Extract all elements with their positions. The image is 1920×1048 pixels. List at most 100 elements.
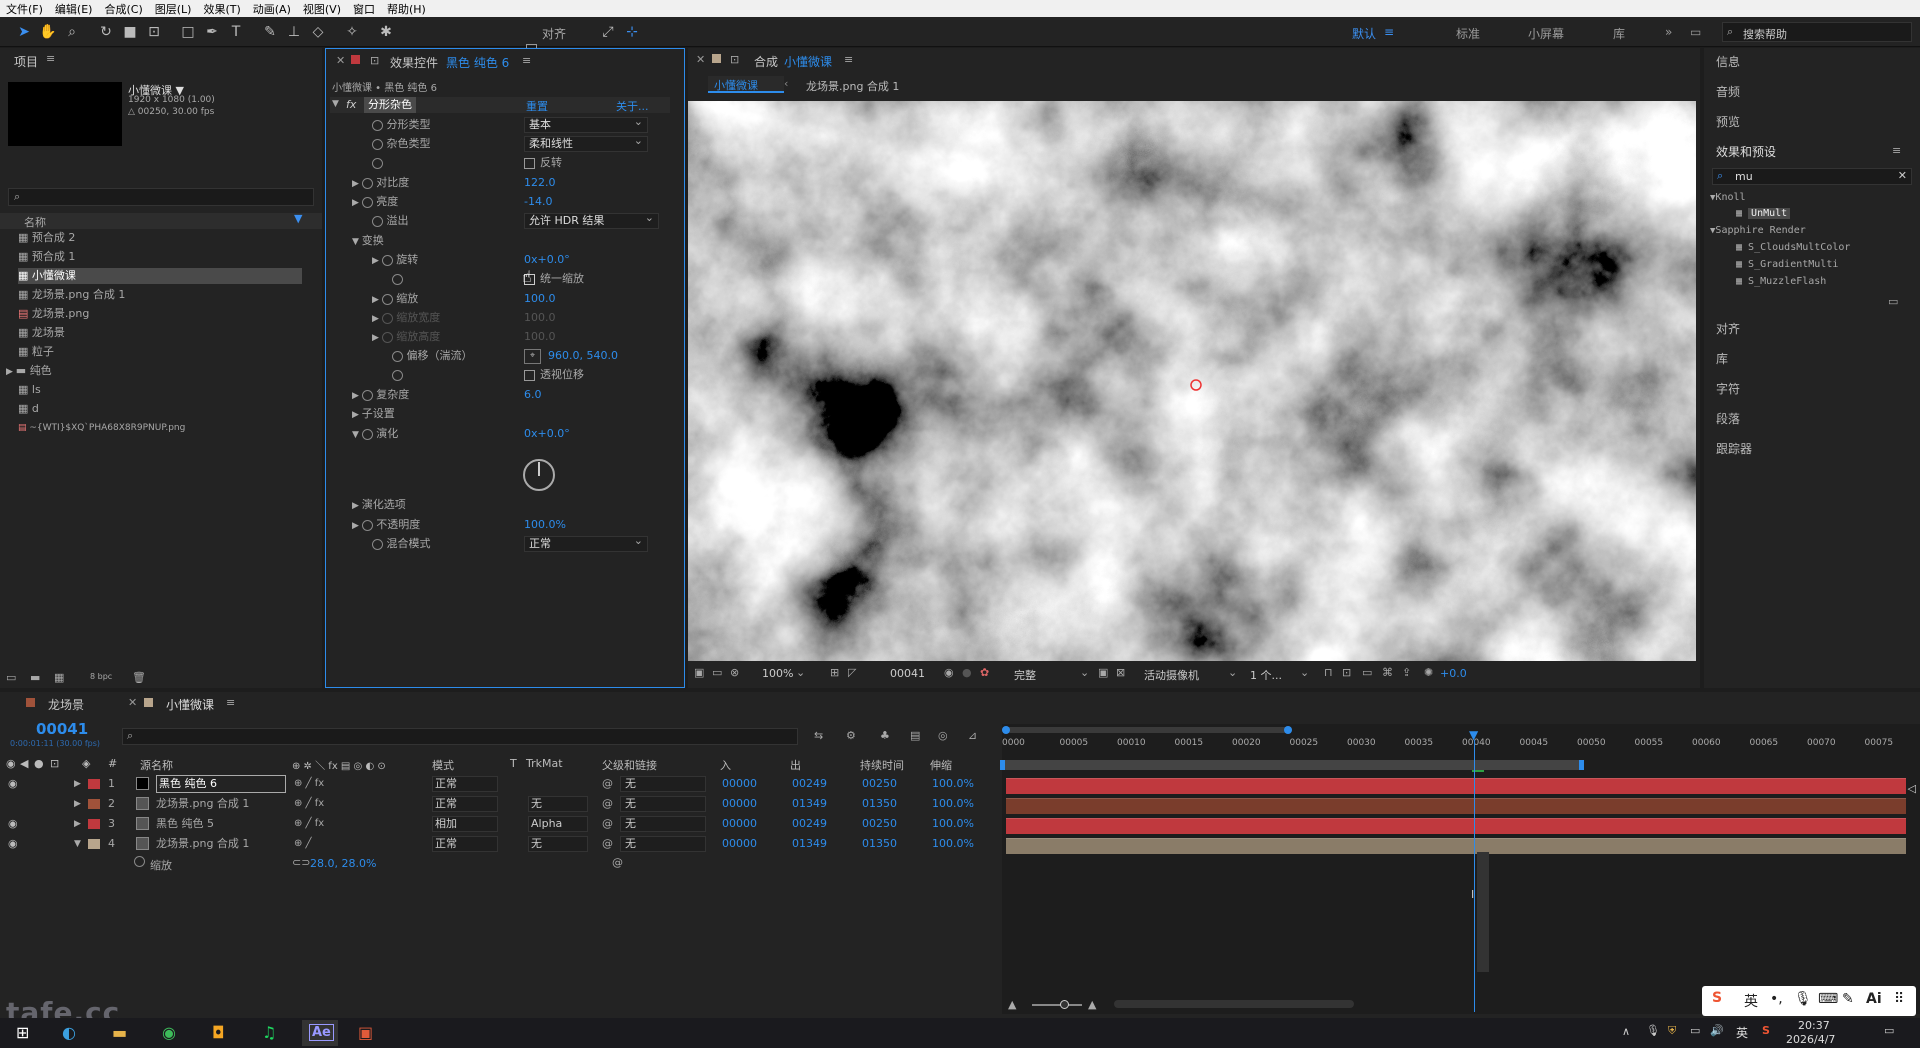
close-tab-icon[interactable]: ✕	[128, 696, 137, 709]
music-app-icon[interactable]: ♫	[262, 1023, 276, 1042]
out-point[interactable]: 00249	[792, 814, 827, 834]
scale-value[interactable]: 100.0	[524, 291, 556, 307]
project-item[interactable]: ▦ 粒子	[18, 344, 54, 360]
timeline-scrollbar[interactable]	[1114, 1000, 1354, 1008]
project-item[interactable]: ▦ 龙场景.png 合成 1	[18, 287, 125, 303]
sync-icon[interactable]: ▭	[1690, 25, 1701, 39]
expand-triangle-icon[interactable]: ▶	[74, 774, 81, 794]
grid-menu-icon[interactable]: ⠿	[1894, 991, 1904, 1007]
timeline-track-area[interactable]: 0000 00005 00010 00015 00020 00025 00030 00035 0…	[1000, 724, 1920, 1014]
audio-toggle-icon[interactable]: ◀	[20, 757, 28, 770]
fast-preview-icon[interactable]: ▣	[1098, 666, 1108, 679]
out-point[interactable]: 01349	[792, 794, 827, 814]
notification-icon[interactable]: ▭	[1884, 1024, 1894, 1037]
mode-dropdown[interactable]: 正常	[432, 836, 498, 852]
switches-row[interactable]: ⊕ ╱ fx	[294, 814, 324, 834]
lock-icon[interactable]: ⊡	[730, 53, 739, 66]
collapse-triangle-icon[interactable]: ▼	[332, 99, 339, 109]
expand-triangle-icon[interactable]: ▶	[74, 794, 81, 814]
layer-row[interactable]: ◉ ▶ 3 黑色 纯色 5 ⊕ ╱ fx 相加 Alpha @ 无 00000 …	[0, 814, 1000, 834]
microphone-icon[interactable]: 🎙	[1794, 991, 1812, 1007]
selection-tool-icon[interactable]: ➤	[14, 22, 34, 42]
tree-effect-item[interactable]: ▦ UnMult	[1736, 208, 1791, 219]
pan-behind-tool-icon[interactable]: ⊡	[144, 22, 164, 42]
project-item-folder[interactable]: ▶ ▬ 纯色	[6, 363, 52, 379]
video-toggle-icon[interactable]: ◉	[6, 757, 16, 770]
switches-row[interactable]: ⊕ ╱ fx	[294, 794, 324, 814]
workspace-overflow-icon[interactable]: »	[1665, 25, 1672, 39]
workspace-standard[interactable]: 标准	[1456, 25, 1480, 42]
tree-effect-item[interactable]: ▦ S_MuzzleFlash	[1736, 276, 1826, 287]
pen-tool-icon[interactable]: ✒	[202, 22, 222, 42]
tray-volume-icon[interactable]: 🔊	[1710, 1024, 1724, 1037]
shy-layers-icon[interactable]: ♣	[880, 729, 890, 742]
pick-whip-icon[interactable]: @	[612, 856, 623, 869]
exposure-icon[interactable]: ✺	[1424, 666, 1433, 679]
stretch-value[interactable]: 100.0%	[932, 834, 974, 854]
playhead-line[interactable]	[1474, 740, 1475, 1012]
flowchart-icon[interactable]: ⌘	[1382, 666, 1393, 679]
motion-blur-icon[interactable]: ◎	[938, 729, 948, 742]
stopwatch-icon[interactable]	[372, 538, 383, 550]
current-timecode[interactable]: 00041	[36, 720, 88, 738]
lock-icon[interactable]: ⊡	[370, 54, 379, 67]
stretch-value[interactable]: 100.0%	[932, 814, 974, 834]
project-item[interactable]: ▦ 龙场景	[18, 325, 65, 341]
label-icon[interactable]: ◈	[82, 757, 90, 770]
mask-visibility-icon[interactable]: ⊗	[730, 666, 739, 679]
col-out[interactable]: 出	[790, 757, 801, 773]
project-search-input[interactable]: ⌕	[8, 188, 314, 206]
playhead-handle-icon[interactable]: ▼	[1469, 729, 1481, 741]
character-panel-tab[interactable]: 字符	[1716, 380, 1740, 397]
chevron-down-icon[interactable]: ⌄	[1080, 666, 1089, 679]
clone-stamp-tool-icon[interactable]: ⊥	[284, 22, 304, 42]
frame-blending-icon[interactable]: ▤	[910, 729, 920, 742]
layer-duration-bar[interactable]	[1006, 838, 1906, 854]
stopwatch-icon[interactable]	[372, 119, 383, 131]
visibility-eye-icon[interactable]: ◉	[8, 774, 18, 794]
comp-panel-name[interactable]: 小懂微课	[784, 53, 832, 70]
camera-tool-icon[interactable]: ■	[120, 22, 140, 42]
layer-name[interactable]: 黑色 纯色 5	[156, 814, 214, 834]
label-color-swatch[interactable]	[88, 839, 100, 849]
expand-triangle-icon[interactable]: ▶	[372, 256, 382, 266]
duration-value[interactable]: 01350	[862, 834, 897, 854]
tray-mic-icon[interactable]: 🎙	[1646, 1024, 1660, 1037]
brightness-value[interactable]: -14.0	[524, 194, 552, 210]
edge-browser-icon[interactable]: ◐	[62, 1023, 76, 1042]
perspective-offset-checkbox[interactable]	[524, 370, 535, 381]
lock-icon[interactable]: ⊡	[50, 757, 59, 770]
stopwatch-icon[interactable]	[392, 273, 403, 285]
in-point[interactable]: 00000	[722, 774, 757, 794]
exposure-value[interactable]: +0.0	[1440, 667, 1467, 680]
stopwatch-icon[interactable]	[381, 254, 393, 266]
project-panel-title[interactable]: 项目	[14, 53, 38, 70]
col-mode[interactable]: 模式	[432, 757, 454, 773]
tree-category[interactable]: ▼Knoll	[1710, 192, 1746, 203]
zoom-slider[interactable]	[1032, 1000, 1082, 1009]
project-item[interactable]: ▦ 预合成 2	[18, 230, 75, 246]
zoom-tool-icon[interactable]: ⌕	[62, 22, 82, 42]
roto-brush-tool-icon[interactable]: ✧	[342, 22, 362, 42]
stopwatch-icon[interactable]	[361, 389, 373, 401]
new-folder-icon[interactable]: ▬	[30, 671, 40, 684]
visibility-eye-icon[interactable]: ◉	[8, 834, 18, 854]
fractal-type-dropdown[interactable]: 基本	[524, 115, 648, 133]
ai-icon[interactable]: Ai	[1866, 991, 1882, 1007]
expand-triangle-icon[interactable]: ▶	[352, 198, 362, 208]
color-channel-icon[interactable]: ✿	[980, 666, 989, 679]
menu-animation[interactable]: 动画(A)	[247, 1, 297, 17]
snap-icon[interactable]: ⤢	[598, 22, 618, 42]
layer-duration-bar[interactable]	[1006, 778, 1906, 794]
timeline-tab-active[interactable]: 小懂微课	[166, 696, 214, 713]
views-dropdown[interactable]: 1 个...	[1250, 667, 1282, 683]
duration-value[interactable]: 00250	[862, 774, 897, 794]
complexity-value[interactable]: 6.0	[524, 387, 542, 403]
prop-sub-settings[interactable]: ▶ 子设置	[352, 406, 395, 422]
parent-dropdown[interactable]: 无	[620, 796, 706, 812]
tree-category[interactable]: ▼Sapphire Render	[1710, 225, 1806, 236]
opacity-value[interactable]: 100.0%	[524, 517, 566, 533]
col-in[interactable]: 入	[720, 757, 731, 773]
menu-composition[interactable]: 合成(C)	[98, 1, 148, 17]
close-panel-icon[interactable]: ✕	[696, 53, 705, 66]
